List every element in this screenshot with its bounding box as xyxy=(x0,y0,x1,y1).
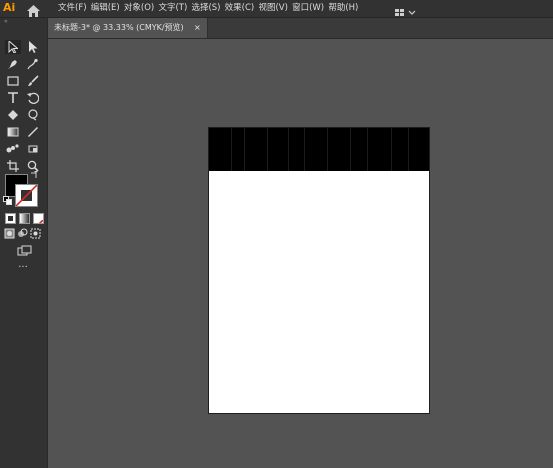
pen-tool-icon[interactable] xyxy=(5,57,21,71)
none-slash-icon xyxy=(16,185,37,206)
none-mode-button[interactable] xyxy=(33,213,44,224)
color-mode-button[interactable] xyxy=(5,213,16,224)
menu-object[interactable]: 对象(O) xyxy=(124,0,159,17)
document-tab[interactable]: 未标题-3* @ 33.33% (CMYK/预览) × xyxy=(48,18,208,38)
menu-select[interactable]: 选择(S) xyxy=(191,0,224,17)
curvature-tool-icon[interactable] xyxy=(25,57,41,71)
type-tool-icon[interactable] xyxy=(5,91,21,105)
artboard-tool-icon[interactable] xyxy=(5,159,21,173)
document-tab-title: 未标题-3* @ 33.33% (CMYK/预览) xyxy=(54,23,184,32)
menu-items: 文件(F) 编辑(E) 对象(O) 文字(T) 选择(S) 效果(C) 视图(V… xyxy=(58,0,363,17)
more-tools-icon[interactable]: ··· xyxy=(15,263,31,273)
warp-tool-icon[interactable] xyxy=(25,108,41,122)
menu-view[interactable]: 视图(V) xyxy=(258,0,292,17)
menu-bar: Ai 文件(F) 编辑(E) 对象(O) 文字(T) 选择(S) 效果(C) 视… xyxy=(0,0,553,18)
default-fill-stroke-icon[interactable] xyxy=(3,196,12,205)
artboard[interactable] xyxy=(208,127,430,414)
band-stripe xyxy=(408,128,409,171)
band-stripe xyxy=(391,128,392,171)
close-icon[interactable]: × xyxy=(194,18,201,38)
gradient-mode-button[interactable] xyxy=(19,213,30,224)
black-rectangle[interactable] xyxy=(209,128,429,171)
band-stripe xyxy=(244,128,245,171)
gradient-tool-icon[interactable] xyxy=(5,125,21,139)
band-stripe xyxy=(304,128,305,171)
rectangle-tool-icon[interactable] xyxy=(5,74,21,88)
paintbrush-tool-icon[interactable] xyxy=(25,74,41,88)
document-tab-bar: 未标题-3* @ 33.33% (CMYK/预览) × xyxy=(48,18,553,39)
screen-mode-icon[interactable] xyxy=(16,244,32,256)
eyedropper-tool-icon[interactable] xyxy=(25,125,41,139)
menu-type[interactable]: 文字(T) xyxy=(158,0,191,17)
direct-selection-tool-icon[interactable] xyxy=(25,40,41,54)
draw-inside-icon[interactable] xyxy=(29,227,41,239)
menu-edit[interactable]: 编辑(E) xyxy=(91,0,124,17)
grid-icon xyxy=(395,9,404,16)
draw-behind-icon[interactable] xyxy=(16,227,28,239)
band-stripe xyxy=(327,128,328,171)
home-icon[interactable] xyxy=(27,2,40,17)
band-stripe xyxy=(288,128,289,171)
draw-normal-icon[interactable] xyxy=(3,227,15,239)
workspace-switcher-button[interactable] xyxy=(394,3,418,16)
live-paint-tool-icon[interactable] xyxy=(25,142,41,156)
band-stripe xyxy=(367,128,368,171)
app-logo: Ai xyxy=(3,1,16,14)
collapse-panel-button[interactable]: « xyxy=(4,19,8,25)
menu-effect[interactable]: 效果(C) xyxy=(225,0,259,17)
band-stripe xyxy=(350,128,351,171)
rotate-tool-icon[interactable] xyxy=(25,91,41,105)
chevron-down-icon xyxy=(408,10,416,15)
menu-file[interactable]: 文件(F) xyxy=(58,0,91,17)
swap-fill-stroke-icon[interactable] xyxy=(30,170,39,179)
selection-tool-icon[interactable] xyxy=(5,40,21,54)
menu-window[interactable]: 窗口(W) xyxy=(292,0,328,17)
band-stripe xyxy=(267,128,268,171)
band-stripe xyxy=(231,128,232,171)
tools-panel: « ··· xyxy=(0,18,48,468)
shaper-tool-icon[interactable] xyxy=(5,108,21,122)
stroke-color-swatch[interactable] xyxy=(15,184,38,207)
blend-tool-icon[interactable] xyxy=(5,142,21,156)
menu-help[interactable]: 帮助(H) xyxy=(328,0,362,17)
